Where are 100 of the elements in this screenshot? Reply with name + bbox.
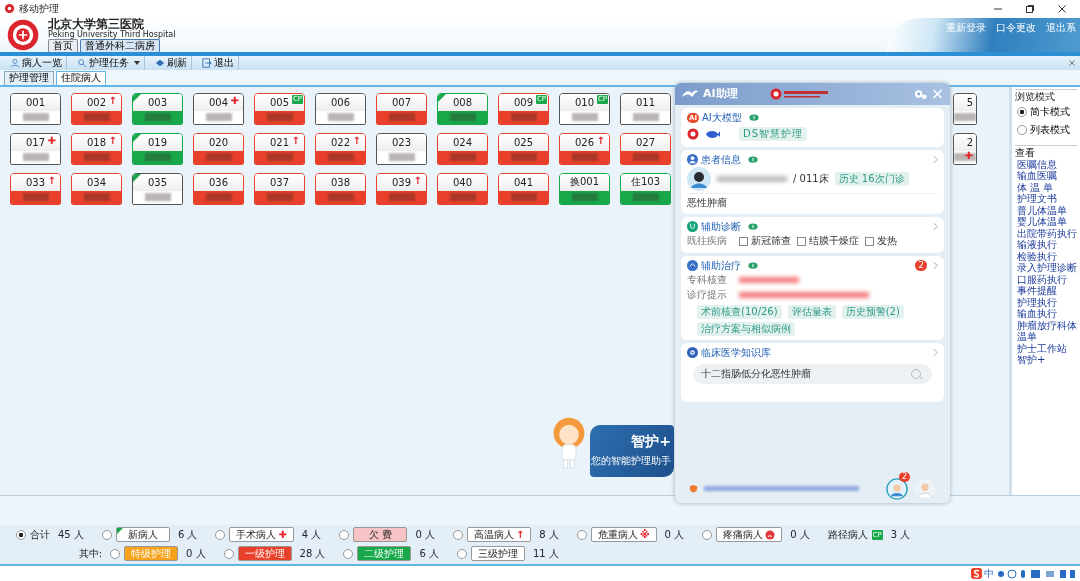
bed-card[interactable]: 023 — [376, 132, 427, 165]
settings-icon[interactable] — [914, 87, 927, 100]
bed-card[interactable]: 038 — [315, 172, 366, 205]
sidebar-link[interactable]: 输血执行 — [1015, 308, 1077, 320]
legend-tag[interactable]: 一级护理 — [237, 546, 292, 562]
tab[interactable]: 护理管理 — [4, 70, 54, 85]
bed-card[interactable]: 034 — [71, 172, 122, 205]
bed-card[interactable]: 2 ✚ — [953, 132, 977, 165]
bed-card[interactable]: 019 — [132, 132, 183, 165]
bed-card[interactable]: 041 — [498, 172, 549, 205]
legend-tag[interactable]: 高温病人 ↑ — [466, 527, 532, 543]
bed-card[interactable]: 021 ↑ — [254, 132, 305, 165]
toolbar-button[interactable]: 退出 — [198, 55, 239, 70]
nav-tab[interactable]: 首页 — [48, 38, 78, 52]
legend-tag[interactable]: 三级护理 — [471, 546, 525, 562]
doctor-avatar-icon[interactable] — [914, 477, 936, 500]
radio-button[interactable] — [452, 529, 463, 540]
bed-card[interactable]: 住103 — [620, 172, 671, 205]
radio-button[interactable] — [576, 529, 587, 540]
bed-card[interactable]: 036 — [193, 172, 244, 205]
nurse-avatar-icon[interactable] — [886, 477, 908, 500]
bed-card[interactable]: 033 ↑ — [10, 172, 61, 205]
sidebar-link[interactable]: 口服药执行 — [1015, 273, 1077, 286]
sidebar-link[interactable]: 智护+ — [1015, 354, 1077, 366]
sidebar-link[interactable]: 事件提醒 — [1015, 285, 1077, 297]
close-icon[interactable] — [1057, 3, 1067, 14]
bed-card[interactable]: 006 — [315, 92, 366, 125]
radio-button[interactable] — [343, 548, 354, 559]
bed-card[interactable]: 004 ✚ — [193, 92, 244, 125]
chevron-right-icon[interactable] — [933, 222, 938, 232]
search-field[interactable]: 十二指肠低分化恶性肿瘤 — [693, 363, 932, 384]
sidebar-link[interactable]: 护理执行 — [1015, 296, 1077, 309]
tab[interactable]: 住院病人 — [56, 70, 106, 85]
header-link[interactable]: 口令更改 — [996, 20, 1036, 35]
radio-button[interactable] — [457, 548, 467, 559]
bed-card[interactable]: 换001 — [559, 172, 610, 205]
ime-language[interactable]: 中 — [984, 566, 994, 581]
checkbox-option[interactable]: 发热 — [865, 234, 897, 249]
radio-button[interactable] — [702, 529, 713, 540]
sidebar-link[interactable]: 体 温 单 — [1015, 181, 1077, 194]
checkbox-option[interactable]: 结膜干燥症 — [797, 234, 859, 249]
nav-tab[interactable]: 普通外科二病房 — [80, 38, 160, 52]
tray-icons-drawing[interactable] — [996, 567, 1076, 580]
assistant-banner[interactable]: 智护+ 您的智能护理助手 — [590, 424, 674, 477]
sidebar-link[interactable]: 护理文书 — [1015, 193, 1077, 205]
bed-card[interactable]: 017 ✚ — [10, 132, 61, 165]
ime-logo-icon[interactable] — [971, 568, 982, 580]
sidebar-link[interactable]: 输血医嘱 — [1015, 170, 1077, 182]
maximize-icon[interactable] — [1025, 3, 1035, 14]
sidebar-link[interactable]: 录入护理诊断 — [1015, 262, 1077, 274]
bed-card[interactable]: 035 — [132, 172, 183, 205]
bed-card[interactable]: 022 ↑ — [315, 132, 366, 165]
bed-card[interactable]: 007 — [376, 92, 427, 125]
bed-card[interactable]: 5 — [953, 92, 977, 125]
bed-card[interactable]: 025 — [498, 132, 549, 165]
chevron-right-icon[interactable] — [933, 261, 938, 271]
radio-option[interactable]: 简卡模式 — [1015, 102, 1077, 121]
sidebar-link[interactable]: 检验执行 — [1015, 250, 1077, 263]
sidebar-link[interactable]: 医嘱信息 — [1015, 158, 1077, 171]
radio-button[interactable] — [110, 548, 120, 559]
bed-card[interactable]: 008 — [437, 92, 488, 125]
toolbar-button[interactable]: 刷新 — [151, 55, 192, 70]
bed-card[interactable]: 002 ↑ — [71, 92, 122, 125]
bed-card[interactable]: 018 ↑ — [71, 132, 122, 165]
sidebar-link[interactable]: 肿瘤放疗科体温单 — [1015, 319, 1077, 343]
radio-option[interactable]: 列表模式 — [1015, 120, 1077, 139]
bed-card[interactable]: 027 — [620, 132, 671, 165]
bed-card[interactable]: 040 — [437, 172, 488, 205]
bed-card[interactable]: 001 — [10, 92, 61, 125]
checkbox-option[interactable]: 新冠筛查 — [739, 234, 791, 249]
sidebar-link[interactable]: 婴儿体温单 — [1015, 216, 1077, 228]
radio-button[interactable] — [339, 529, 350, 540]
legend-tag[interactable]: 新病人 — [115, 527, 170, 543]
legend-tag[interactable]: 手术病人 ✚ — [229, 527, 294, 543]
bed-card[interactable]: 039 ↑ — [376, 172, 427, 205]
radio-button[interactable] — [215, 529, 226, 540]
bed-card[interactable]: 003 — [132, 92, 183, 125]
sidebar-link[interactable]: 护士工作站 — [1015, 342, 1077, 355]
radio-button[interactable] — [101, 529, 112, 540]
search-icon[interactable] — [910, 367, 924, 380]
bed-card[interactable]: 024 — [437, 132, 488, 165]
sidebar-link[interactable]: 普儿体温单 — [1015, 204, 1077, 217]
sidebar-link[interactable]: 出院带药执行 — [1015, 227, 1077, 240]
radio-button[interactable] — [223, 548, 234, 559]
legend-tag[interactable]: 危重病人 ※ — [590, 527, 657, 543]
bed-number: 025 — [513, 136, 534, 148]
bed-card[interactable]: 011 — [620, 92, 671, 125]
toolbar-button[interactable]: 病人一览 — [6, 55, 67, 70]
chevron-right-icon[interactable] — [933, 348, 938, 358]
radio-button[interactable] — [16, 529, 26, 540]
sidebar-link[interactable]: 输液执行 — [1015, 239, 1077, 251]
chevron-right-icon[interactable] — [933, 155, 938, 165]
bed-card[interactable]: 037 — [254, 172, 305, 205]
bed-number: 002 — [86, 96, 107, 108]
bed-card[interactable]: 020 — [193, 132, 244, 165]
bed-card[interactable]: 026 ↑ — [559, 132, 610, 165]
legend-tag[interactable]: 欠 费 — [353, 527, 408, 543]
legend-tag[interactable]: 疼痛病人 — [716, 527, 783, 543]
toolbar-button[interactable]: 护理任务 — [73, 55, 145, 70]
redacted-name — [205, 153, 232, 162]
